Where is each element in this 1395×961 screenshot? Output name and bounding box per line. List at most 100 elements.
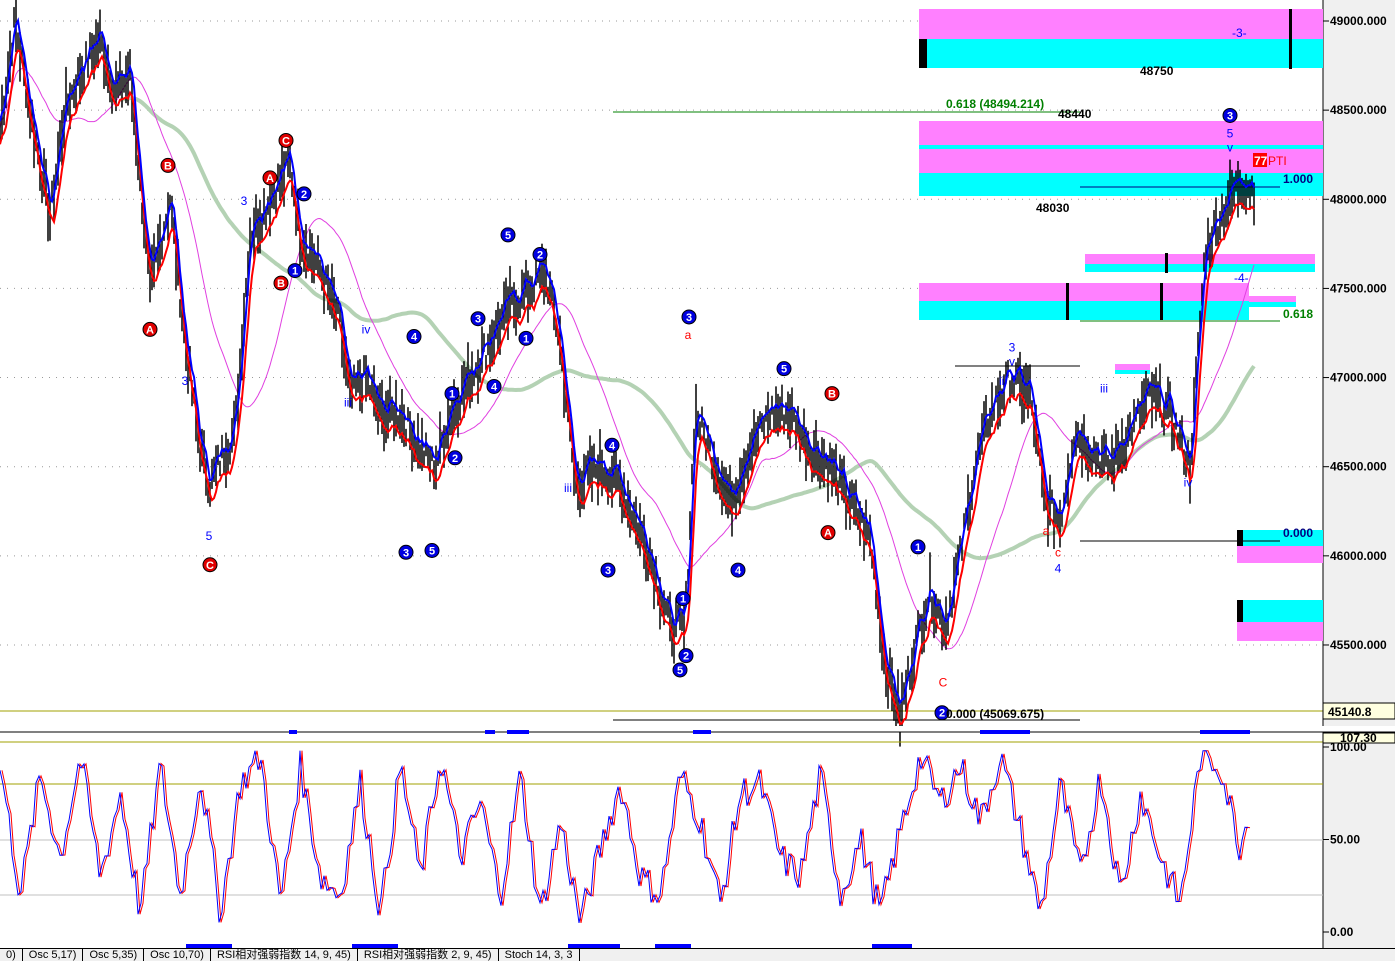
axis-tick-label: 47500.000 — [1330, 281, 1387, 295]
wave-label: 5 — [429, 545, 435, 557]
wave-label: 5 — [1227, 126, 1234, 140]
axis-tick-label: 48000.000 — [1330, 192, 1387, 206]
wave-label: iv — [362, 322, 371, 336]
zone-bar — [1165, 253, 1168, 273]
wave-label: A — [266, 173, 274, 185]
fib-bottom-label: 0.000 (45069.675) — [946, 707, 1044, 721]
wave-label: 2 — [939, 708, 945, 720]
indicator-tabs: 0) Osc 5,17) Osc 5,35) Osc 10,70) RSI相对强弱指数 … — [0, 948, 1395, 961]
zone-low-magenta — [1237, 546, 1323, 563]
fib-top-label: 0.618 (48494.214) — [946, 97, 1044, 111]
zone-mid-magenta — [1085, 254, 1315, 264]
indicator-tab[interactable]: RSI相对强弱指数 2, 9, 45) — [358, 949, 499, 961]
level-48750-label: 48750 — [1140, 64, 1174, 78]
indicator-tab[interactable]: Osc 10,70) — [144, 949, 211, 961]
wave-label: 4 — [735, 565, 742, 577]
zone-bar — [1237, 530, 1243, 546]
axis-tick-label: 46000.000 — [1330, 549, 1387, 563]
wave-label: A — [146, 324, 154, 336]
zone-3-magenta — [919, 9, 1323, 39]
wave-label: 3 — [182, 374, 189, 388]
wave-label: 1 — [915, 542, 921, 554]
wave-label: 5 — [206, 529, 213, 543]
ratio-1000-label: 1.000 — [1283, 172, 1313, 186]
wave-label: 3 — [1227, 110, 1233, 122]
wave-label: 5 — [677, 665, 683, 677]
zone-4b-magenta — [1249, 296, 1296, 302]
osc-current-value: 107.30 — [1340, 731, 1377, 745]
wave-label: 1 — [523, 333, 529, 345]
current-price-value: 45140.8 — [1328, 705, 1372, 719]
zone-4-magenta — [919, 283, 1249, 301]
wave-label: iv — [1184, 476, 1193, 490]
zone-3-label: -3- — [1232, 26, 1247, 40]
wave-label: iii — [564, 481, 572, 495]
zone-top-cyan-line — [919, 145, 1323, 149]
signal-marker — [980, 730, 1030, 734]
signal-marker — [507, 730, 529, 734]
zone-bar — [1160, 283, 1163, 320]
wave-label: 3 — [686, 312, 692, 324]
wave-label: 2 — [537, 250, 543, 262]
wave-label: 3 — [403, 547, 409, 559]
wave-label: a — [685, 328, 692, 342]
zone-4-label: -4- — [1234, 271, 1249, 285]
zone-small-cyan — [1115, 370, 1150, 374]
wave-label: 4 — [609, 440, 616, 452]
signal-marker — [289, 730, 297, 734]
axis-tick-label: 48500.000 — [1330, 103, 1387, 117]
ratio-0618-label: 0.618 — [1283, 307, 1313, 321]
wave-label: iii — [344, 396, 352, 410]
wave-label: iii — [999, 374, 1007, 388]
wave-label: 4 — [491, 381, 498, 393]
wave-label: B — [164, 160, 172, 172]
wave-label: C — [206, 560, 214, 572]
zone-3-cyan — [919, 39, 1323, 68]
signal-marker — [693, 730, 711, 734]
wave-label: 4 — [411, 332, 418, 344]
zone-bottom-magenta — [1237, 622, 1323, 641]
indicator-tab[interactable]: Stoch 14, 3, 3 — [499, 949, 580, 961]
wave-label: C — [282, 135, 290, 147]
axis-tick-label: 49000.000 — [1330, 14, 1387, 28]
zone-mid-cyan — [1085, 264, 1315, 272]
wave-label: 3 — [1009, 340, 1016, 354]
wave-label: 2 — [301, 189, 307, 201]
zone-top-cyan — [919, 173, 1323, 196]
zone-bar — [919, 39, 927, 68]
wave-label: B — [828, 389, 836, 401]
zone-bar — [1066, 283, 1069, 320]
indicator-tab[interactable]: Osc 5,35) — [83, 949, 145, 961]
zone-bar — [1289, 9, 1292, 69]
wave-label: A — [824, 528, 832, 540]
price-chart[interactable]: ABCACB123 54123452143325145BA123iii3viiii… — [0, 0, 1395, 948]
wave-label: v — [1009, 355, 1015, 369]
zone-small-magenta — [1115, 364, 1150, 370]
level-48440-label: 48440 — [1058, 107, 1092, 121]
wave-label: 3 — [605, 565, 611, 577]
wave-label: C — [939, 675, 948, 689]
pti-value: 77 — [1254, 154, 1268, 168]
indicator-tab[interactable]: RSI相对强弱指数 14, 9, 45) — [211, 949, 358, 961]
zone-bar — [1237, 600, 1243, 622]
indicator-tab[interactable]: Osc 5,17) — [23, 949, 84, 961]
axis-tick-label: 47000.000 — [1330, 371, 1387, 385]
ratio-0000-label: 0.000 — [1283, 526, 1313, 540]
wave-label: v — [1227, 141, 1233, 155]
wave-label: 3 — [241, 194, 248, 208]
level-48030-label: 48030 — [1036, 201, 1070, 215]
pti-label: PTI — [1268, 154, 1287, 168]
wave-label: iii — [1100, 381, 1108, 395]
wave-label: B — [277, 278, 285, 290]
wave-label: 1 — [292, 266, 298, 278]
osc-axis-tick-label: 0.00 — [1330, 925, 1354, 939]
wave-label: 2 — [452, 453, 458, 465]
wave-label: 2 — [683, 651, 689, 663]
signal-marker — [485, 730, 495, 734]
wave-label: 4 — [1055, 561, 1062, 575]
signal-marker — [1200, 730, 1250, 734]
wave-label: 1 — [449, 389, 455, 401]
wave-label: a — [1043, 524, 1050, 538]
wave-label: c — [1055, 545, 1061, 559]
indicator-tab[interactable]: 0) — [0, 949, 23, 961]
